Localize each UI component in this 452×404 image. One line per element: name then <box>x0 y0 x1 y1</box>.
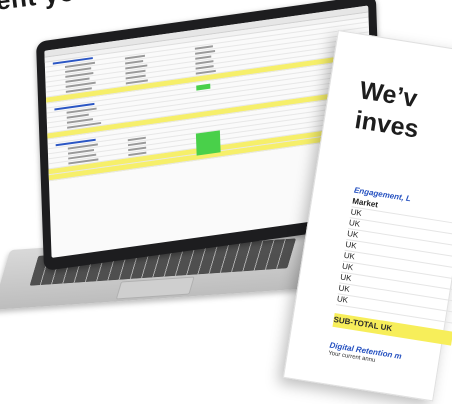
document-title: We’v inves <box>353 75 452 156</box>
spreadsheet-green-block <box>195 130 221 156</box>
laptop-trackpad <box>115 276 195 300</box>
document-table: Engagement, L Market UK UK UK UK UK UK U… <box>328 186 452 376</box>
